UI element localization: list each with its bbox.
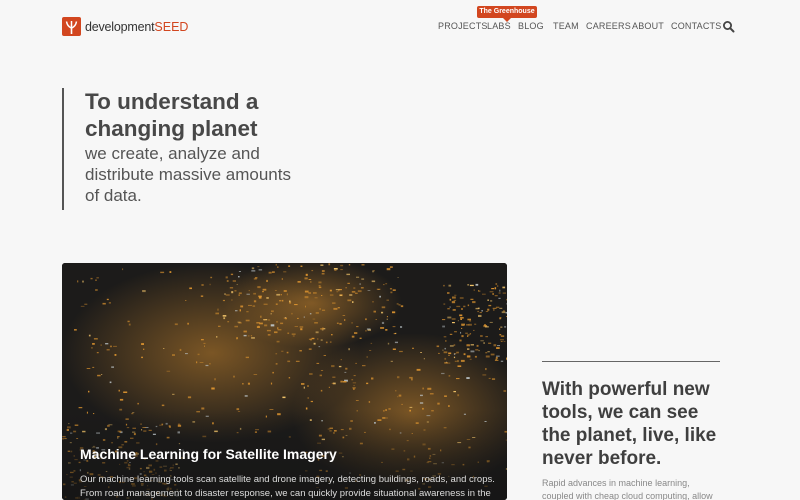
feature-title: Machine Learning for Satellite Imagery (80, 446, 337, 462)
site-header: developmentSEED The Greenhouse PROJECTS … (0, 0, 800, 52)
nav-item-blog[interactable]: BLOG (518, 21, 544, 31)
nav-item-about[interactable]: ABOUT (632, 21, 664, 31)
hero-title: To understand a changing planet (85, 89, 259, 141)
nav-item-contacts[interactable]: CONTACTS (671, 21, 721, 31)
nav-item-labs[interactable]: LABS (487, 21, 511, 31)
hero-subtitle: we create, analyze and distribute massiv… (85, 144, 291, 205)
search-icon (723, 21, 735, 33)
side-title: With powerful new tools, we can see the … (542, 379, 717, 469)
hero-section: To understand a changing planet we creat… (62, 88, 325, 210)
feature-card[interactable]: Machine Learning for Satellite Imagery O… (62, 263, 507, 500)
side-text: Rapid advances in machine learning, coup… (542, 478, 713, 500)
nav-item-careers[interactable]: CAREERS (586, 21, 631, 31)
feature-text: Our machine learning tools scan satellit… (80, 474, 495, 499)
search-button[interactable] (722, 20, 736, 34)
main-nav: PROJECTS LABS BLOG TEAM CAREERS ABOUT CO… (0, 21, 800, 35)
divider (542, 361, 720, 362)
nav-item-projects[interactable]: PROJECTS (438, 21, 488, 31)
nav-item-team[interactable]: TEAM (553, 21, 579, 31)
labs-badge: The Greenhouse (477, 6, 537, 22)
